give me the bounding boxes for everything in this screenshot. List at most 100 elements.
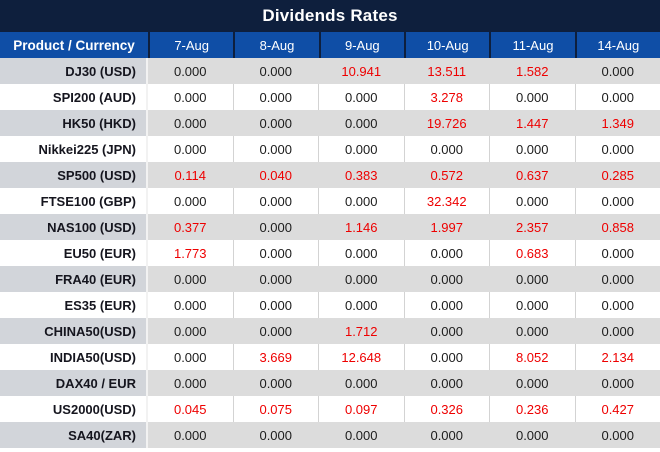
dividend-value-cell: 0.000 [490,292,576,318]
dividend-value-cell: 0.000 [319,188,405,214]
dividend-value-cell: 0.000 [319,240,405,266]
dividend-value-cell: 0.683 [490,240,576,266]
dividend-value-cell: 0.000 [319,370,405,396]
table-row: NAS100 (USD) 0.377 0.000 1.146 1.997 2.357 0.8… [0,214,660,240]
table-row: SP500 (USD) 0.114 0.040 0.383 0.572 0.637 0.28… [0,162,660,188]
column-header-product-currency: Product / Currency [13,37,135,53]
dividend-value-cell: 1.349 [575,110,660,136]
dividend-value-cell: 0.000 [148,318,234,344]
table-body: DJ30 (USD) 0.000 0.000 10.941 13.511 1.582 0.0… [0,58,660,448]
dividend-value-cell: 0.000 [319,422,405,448]
dividend-value-cell: 0.000 [490,422,576,448]
dividend-value-cell: 1.712 [319,318,405,344]
product-cell: SP500 (USD) [0,162,148,188]
dividend-value-cell: 0.000 [575,422,660,448]
product-cell: Nikkei225 (JPN) [0,136,148,162]
dividend-value-cell: 0.000 [148,292,234,318]
dividend-value-cell: 0.000 [148,370,234,396]
table-row: SPI200 (AUD) 0.000 0.000 0.000 3.278 0.000 0.0… [0,84,660,110]
product-cell: US2000(USD) [0,396,148,422]
dividend-value-cell: 1.997 [404,214,490,240]
table-row: DJ30 (USD) 0.000 0.000 10.941 13.511 1.582 0.0… [0,58,660,84]
dividend-value-cell: 3.669 [233,344,319,370]
page-title: Dividends Rates [262,6,398,25]
dividend-value-cell: 0.377 [148,214,234,240]
dividend-value-cell: 0.000 [490,188,576,214]
table-row: EU50 (EUR) 1.773 0.000 0.000 0.000 0.683 0.000 [0,240,660,266]
dividend-value-cell: 0.637 [490,162,576,188]
column-header-date: 14-Aug [574,32,660,58]
dividend-value-cell: 0.572 [404,162,490,188]
dividend-value-cell: 0.000 [404,136,490,162]
dividend-value-cell: 0.000 [490,318,576,344]
dividend-value-cell: 0.000 [319,84,405,110]
column-header-date: 10-Aug [403,32,489,58]
dividend-value-cell: 0.000 [575,266,660,292]
dividend-value-cell: 0.040 [233,162,319,188]
product-cell: SA40(ZAR) [0,422,148,448]
dividend-value-cell: 0.000 [233,266,319,292]
dividend-value-cell: 0.000 [233,292,319,318]
product-cell: CHINA50(USD) [0,318,148,344]
product-cell: INDIA50(USD) [0,344,148,370]
dividend-value-cell: 0.000 [319,266,405,292]
dividend-value-cell: 0.000 [148,422,234,448]
product-cell: EU50 (EUR) [0,240,148,266]
column-header-date: 11-Aug [489,32,574,58]
dividend-value-cell: 1.582 [490,58,576,84]
dividend-value-cell: 0.000 [148,84,234,110]
dividend-value-cell: 0.858 [575,214,660,240]
dividend-value-cell: 0.000 [148,188,234,214]
dividend-value-cell: 0.000 [319,292,405,318]
product-cell: ES35 (EUR) [0,292,148,318]
dividend-value-cell: 0.097 [319,396,405,422]
dividend-value-cell: 0.000 [233,110,319,136]
dividend-value-cell: 0.000 [575,188,660,214]
dividend-value-cell: 0.427 [575,396,660,422]
dividend-value-cell: 0.000 [319,136,405,162]
dividend-value-cell: 1.447 [490,110,576,136]
dividend-value-cell: 0.045 [148,396,234,422]
column-header-date: 8-Aug [233,32,318,58]
dividend-value-cell: 0.000 [233,370,319,396]
dividend-value-cell: 0.000 [233,84,319,110]
product-cell: HK50 (HKD) [0,110,148,136]
product-cell: DAX40 / EUR [0,370,148,396]
dividend-value-cell: 3.278 [404,84,490,110]
dividend-value-cell: 0.000 [404,292,490,318]
dividend-value-cell: 0.000 [404,344,490,370]
bottom-filler [0,448,660,452]
dividend-value-cell: 0.000 [575,136,660,162]
dividend-value-cell: 0.000 [404,266,490,292]
dividend-value-cell: 0.000 [148,136,234,162]
column-header-date: 9-Aug [318,32,404,58]
dividend-value-cell: 0.000 [490,136,576,162]
table-row: FRA40 (EUR) 0.000 0.000 0.000 0.000 0.000 0.00… [0,266,660,292]
dividend-value-cell: 0.000 [575,292,660,318]
dividend-value-cell: 0.000 [233,214,319,240]
table-row: HK50 (HKD) 0.000 0.000 0.000 19.726 1.447 1.34… [0,110,660,136]
dividend-value-cell: 0.383 [319,162,405,188]
dividend-value-cell: 0.000 [490,84,576,110]
dividend-value-cell: 0.000 [148,344,234,370]
table-row: Nikkei225 (JPN) 0.000 0.000 0.000 0.000 0.000… [0,136,660,162]
dividend-value-cell: 0.000 [404,370,490,396]
column-header-date: 7-Aug [148,32,233,58]
dividend-value-cell: 0.000 [148,266,234,292]
dividend-value-cell: 0.000 [233,422,319,448]
dividend-value-cell: 0.000 [575,370,660,396]
dividend-value-cell: 19.726 [404,110,490,136]
dividend-value-cell: 0.000 [233,188,319,214]
product-cell: SPI200 (AUD) [0,84,148,110]
dividend-value-cell: 12.648 [319,344,405,370]
table-row: INDIA50(USD) 0.000 3.669 12.648 0.000 8.052 2.… [0,344,660,370]
dividend-value-cell: 0.000 [490,370,576,396]
dividend-value-cell: 2.134 [575,344,660,370]
dividend-value-cell: 10.941 [319,58,405,84]
dividend-value-cell: 0.000 [575,84,660,110]
product-cell: DJ30 (USD) [0,58,148,84]
dividends-rates-widget: Dividends Rates Product / Currency 7-Aug… [0,0,660,452]
table-row: ES35 (EUR) 0.000 0.000 0.000 0.000 0.000 0.000 [0,292,660,318]
dividend-value-cell: 0.000 [490,266,576,292]
dividend-value-cell: 0.000 [233,58,319,84]
